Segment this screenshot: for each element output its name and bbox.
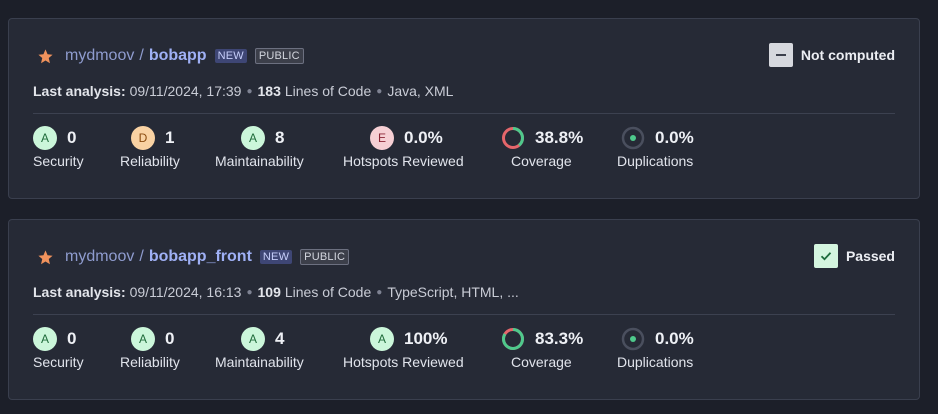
- metric-coverage[interactable]: 83.3% Coverage: [501, 327, 583, 370]
- metric-label: Security: [33, 153, 84, 169]
- rating-badge: A: [33, 126, 57, 150]
- path-separator: /: [139, 47, 144, 64]
- last-analysis-value: 09/11/2024, 16:13: [129, 284, 242, 300]
- path-separator: /: [139, 248, 144, 265]
- loc-label: Lines of Code: [284, 284, 372, 300]
- project-card-bobapp: mydmoov / bobapp NEW PUBLIC Not computed…: [8, 18, 920, 199]
- metric-value[interactable]: 4: [275, 329, 284, 349]
- metric-value[interactable]: 1: [165, 128, 174, 148]
- metric-security[interactable]: A 0 Security: [33, 126, 84, 169]
- metric-label: Coverage: [511, 354, 572, 370]
- star-icon[interactable]: [37, 48, 54, 65]
- rating-badge: A: [131, 327, 155, 351]
- metric-value[interactable]: 0.0%: [655, 128, 694, 148]
- duplications-ring-icon: [621, 327, 645, 351]
- metric-value[interactable]: 100%: [404, 329, 447, 349]
- metric-label: Duplications: [617, 354, 694, 370]
- languages: TypeScript, HTML, ...: [387, 284, 519, 300]
- quality-gate-status: Not computed: [768, 43, 895, 67]
- divider: [33, 314, 895, 315]
- metric-label: Security: [33, 354, 84, 370]
- project-card-bobapp-front: mydmoov / bobapp_front NEW PUBLIC Passed…: [8, 219, 920, 400]
- dot-separator: ●: [246, 286, 253, 298]
- project-name-link[interactable]: bobapp_front: [149, 248, 252, 266]
- check-icon: [813, 244, 838, 268]
- rating-badge: E: [370, 126, 394, 150]
- rating-badge: A: [370, 327, 394, 351]
- org-link[interactable]: mydmoov: [65, 47, 134, 65]
- metric-hotspots[interactable]: A 100% Hotspots Reviewed: [343, 327, 464, 370]
- metric-maintainability[interactable]: A 8 Maintainability: [215, 126, 304, 169]
- loc-value: 109: [257, 284, 281, 300]
- analysis-meta: Last analysis: 09/11/2024, 17:39 ● 183 L…: [33, 83, 453, 99]
- rating-badge: D: [131, 126, 155, 150]
- dot-separator: ●: [376, 286, 383, 298]
- metric-value[interactable]: 0: [67, 329, 76, 349]
- coverage-ring-icon: [502, 328, 524, 350]
- public-badge: PUBLIC: [254, 48, 304, 64]
- org-link[interactable]: mydmoov: [65, 248, 134, 266]
- quality-gate-label: Not computed: [800, 47, 895, 63]
- project-header: mydmoov / bobapp_front NEW PUBLIC: [37, 246, 350, 268]
- metric-value[interactable]: 0.0%: [655, 329, 694, 349]
- metric-value[interactable]: 0: [165, 329, 174, 349]
- last-analysis-value: 09/11/2024, 17:39: [129, 83, 242, 99]
- loc-value: 183: [257, 83, 281, 99]
- metric-reliability[interactable]: D 1 Reliability: [120, 126, 180, 169]
- loc-label: Lines of Code: [284, 83, 372, 99]
- metric-label: Hotspots Reviewed: [343, 354, 464, 370]
- minus-icon: [768, 43, 793, 67]
- duplications-ring-icon: [621, 126, 645, 150]
- new-badge: NEW: [259, 250, 293, 264]
- languages: Java, XML: [387, 83, 454, 99]
- metric-value[interactable]: 0: [67, 128, 76, 148]
- metric-label: Coverage: [511, 153, 572, 169]
- last-analysis-label: Last analysis:: [33, 284, 126, 300]
- dot-separator: ●: [376, 85, 383, 97]
- star-icon[interactable]: [37, 249, 54, 266]
- metric-hotspots[interactable]: E 0.0% Hotspots Reviewed: [343, 126, 464, 169]
- last-analysis-label: Last analysis:: [33, 83, 126, 99]
- metric-label: Maintainability: [215, 153, 304, 169]
- metric-value[interactable]: 83.3%: [535, 329, 583, 349]
- metric-label: Hotspots Reviewed: [343, 153, 464, 169]
- metric-maintainability[interactable]: A 4 Maintainability: [215, 327, 304, 370]
- project-name-link[interactable]: bobapp: [149, 47, 207, 65]
- rating-badge: A: [241, 126, 265, 150]
- rating-badge: A: [241, 327, 265, 351]
- new-badge: NEW: [214, 49, 247, 63]
- metric-value[interactable]: 8: [275, 128, 284, 148]
- analysis-meta: Last analysis: 09/11/2024, 16:13 ● 109 L…: [33, 284, 519, 300]
- metric-reliability[interactable]: A 0 Reliability: [120, 327, 180, 370]
- metric-label: Duplications: [617, 153, 694, 169]
- quality-gate-label: Passed: [845, 248, 895, 264]
- public-badge: PUBLIC: [300, 249, 350, 265]
- dot-separator: ●: [246, 85, 253, 97]
- metric-label: Reliability: [120, 354, 180, 370]
- project-header: mydmoov / bobapp NEW PUBLIC: [37, 45, 304, 67]
- metric-value[interactable]: 38.8%: [535, 128, 583, 148]
- metric-duplications[interactable]: 0.0% Duplications: [617, 126, 694, 169]
- metric-label: Maintainability: [215, 354, 304, 370]
- metric-security[interactable]: A 0 Security: [33, 327, 84, 370]
- divider: [33, 113, 895, 114]
- metric-value[interactable]: 0.0%: [404, 128, 443, 148]
- metric-duplications[interactable]: 0.0% Duplications: [617, 327, 694, 370]
- metric-label: Reliability: [120, 153, 180, 169]
- coverage-ring-icon: [502, 127, 524, 149]
- quality-gate-status: Passed: [813, 244, 895, 268]
- metric-coverage[interactable]: 38.8% Coverage: [501, 126, 583, 169]
- rating-badge: A: [33, 327, 57, 351]
